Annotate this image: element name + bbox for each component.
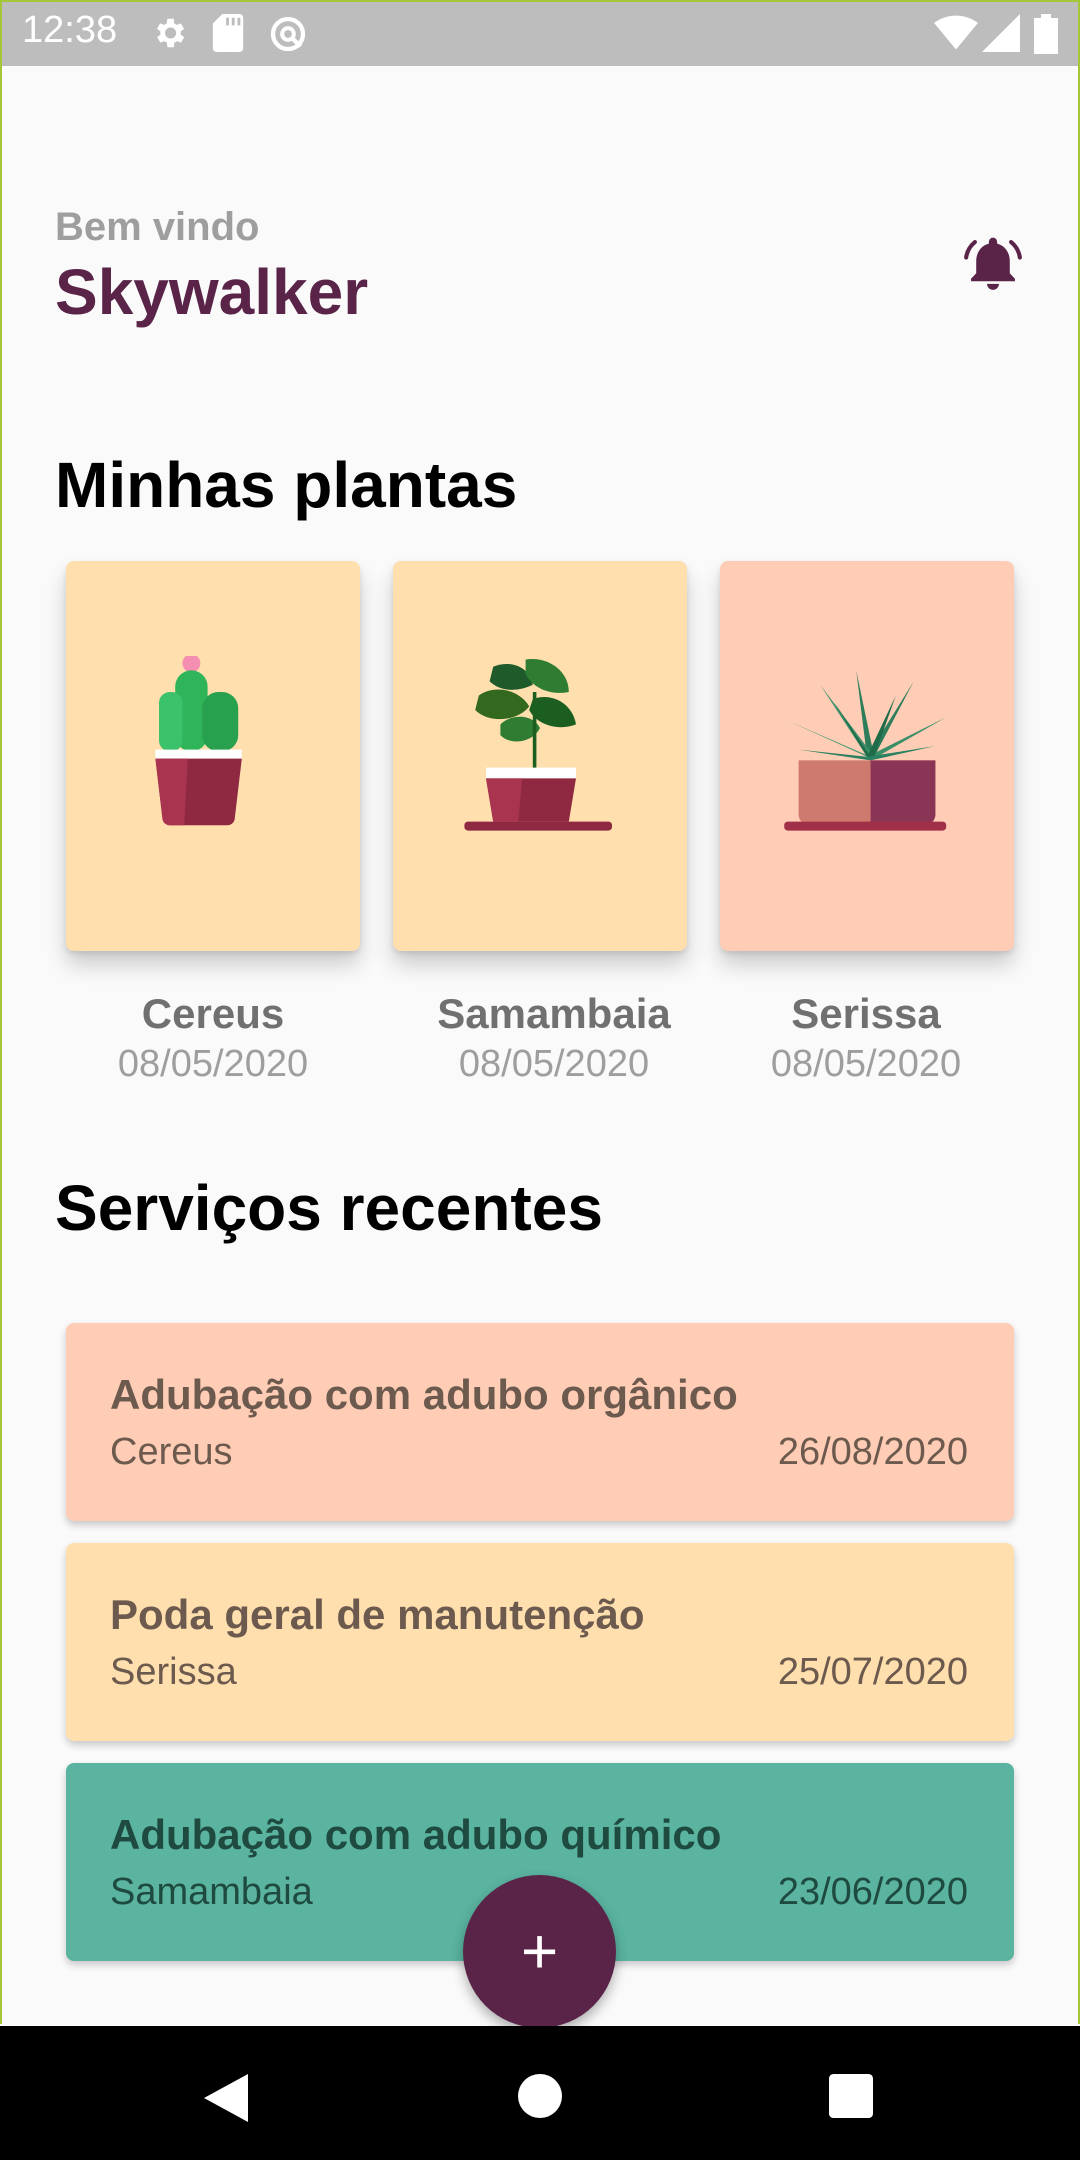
services-section-title: Serviços recentes [55, 1172, 603, 1244]
signal-icon [982, 14, 1020, 52]
plants-section-title: Minhas plantas [55, 449, 518, 521]
welcome-label: Bem vindo [55, 205, 260, 249]
service-title: Adubação com adubo orgânico [110, 1371, 738, 1418]
service-date: 26/08/2020 [777, 1431, 968, 1473]
plant-card-serissa[interactable] [720, 561, 1014, 951]
back-icon[interactable] [204, 2074, 248, 2122]
user-name: Skywalker [55, 256, 369, 328]
service-title: Poda geral de manutenção [110, 1591, 645, 1638]
service-title: Adubação com adubo químico [110, 1811, 722, 1858]
service-card[interactable]: Poda geral de manutenção Serissa 25/07/2… [66, 1543, 1014, 1741]
sd-card-icon [212, 14, 244, 52]
navigation-bar [0, 2026, 1080, 2160]
plant-date-cereus: 08/05/2020 [117, 1043, 309, 1085]
aloe-pot-icon [784, 670, 947, 831]
plant-card-cereus[interactable] [66, 561, 360, 951]
service-plant: Cereus [110, 1431, 233, 1473]
service-date: 23/06/2020 [777, 1871, 968, 1913]
service-plant: Samambaia [110, 1871, 313, 1913]
monstera-pot-icon [464, 659, 612, 831]
plant-date-serissa: 08/05/2020 [770, 1043, 962, 1085]
plant-name-samambaia: Samambaia [437, 990, 671, 1037]
sync-icon [270, 16, 306, 52]
battery-icon [1034, 14, 1058, 54]
service-date: 25/07/2020 [777, 1651, 968, 1693]
plant-card-samambaia[interactable] [393, 561, 687, 951]
recents-icon[interactable] [829, 2074, 873, 2118]
plant-name-cereus: Cereus [141, 990, 285, 1037]
status-time: 12:38 [22, 9, 118, 51]
add-button[interactable]: + [463, 1875, 616, 2028]
service-plant: Serissa [110, 1651, 237, 1693]
status-bar: 12:38 [0, 0, 1080, 66]
bell-icon[interactable] [962, 233, 1024, 295]
plant-name-serissa: Serissa [791, 990, 941, 1037]
service-card[interactable]: Adubação com adubo orgânico Cereus 26/08… [66, 1323, 1014, 1521]
cactus-pot-icon [155, 656, 242, 826]
home-icon[interactable] [518, 2074, 562, 2118]
gear-icon [156, 18, 185, 48]
plus-icon: + [520, 1915, 559, 1987]
plant-date-samambaia: 08/05/2020 [458, 1043, 650, 1085]
wifi-icon [934, 15, 978, 50]
